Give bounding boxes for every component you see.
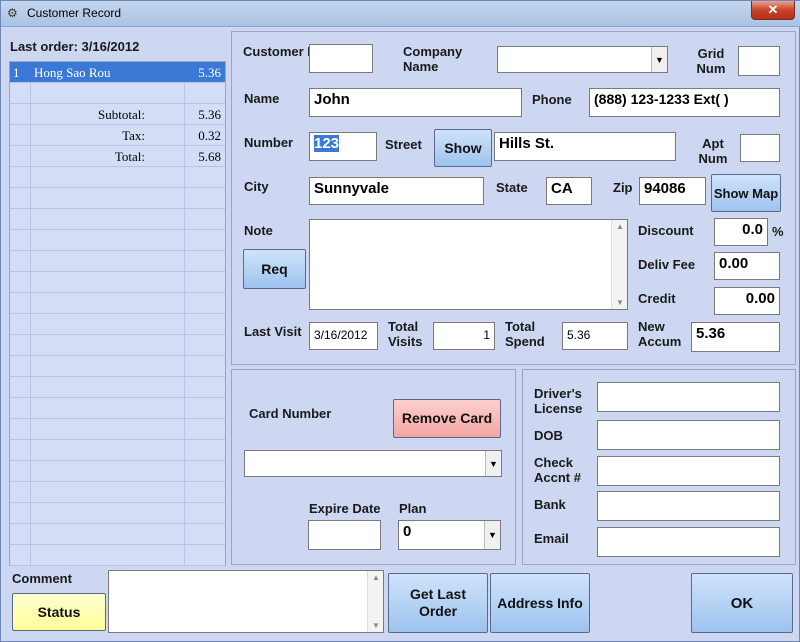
phone-field[interactable]: (888) 123-1233 Ext( )	[589, 88, 780, 117]
last-visit-field[interactable]: 3/16/2012	[309, 322, 378, 350]
show-map-button[interactable]: Show Map	[711, 174, 781, 212]
city-field[interactable]: Sunnyvale	[309, 177, 484, 205]
drivers-license-label: Driver's License	[534, 386, 583, 416]
total-value: 5.68	[198, 149, 221, 164]
deliv-fee-label: Deliv Fee	[638, 257, 696, 272]
get-last-order-button[interactable]: Get Last Order	[388, 573, 488, 633]
street-label: Street	[385, 137, 422, 152]
plan-select[interactable]: 0 ▼	[398, 520, 501, 550]
email-field[interactable]	[597, 527, 780, 557]
drivers-license-field[interactable]	[597, 382, 780, 412]
zip-label: Zip	[613, 180, 633, 195]
app-icon: ⚙	[7, 6, 18, 20]
comment-label: Comment	[12, 571, 72, 586]
number-field[interactable]: 123	[309, 132, 377, 161]
apt-num-field[interactable]	[740, 134, 780, 162]
state-label: State	[496, 180, 528, 195]
grid-num-field[interactable]	[738, 46, 780, 76]
total-visits-field[interactable]: 1	[433, 322, 495, 350]
number-value: 123	[314, 135, 340, 152]
subtotal-value: 5.36	[198, 107, 221, 122]
apt-num-label: Apt Num	[698, 136, 728, 166]
window-title: Customer Record	[27, 6, 122, 20]
title-bar: ⚙ Customer Record ✕	[1, 1, 800, 27]
expire-date-field[interactable]	[308, 520, 381, 550]
number-label: Number	[244, 135, 294, 150]
close-button[interactable]: ✕	[751, 1, 795, 20]
remove-card-button[interactable]: Remove Card	[393, 399, 501, 438]
city-label: City	[244, 179, 269, 194]
note-scrollbar[interactable]: ▲ ▼	[611, 220, 627, 309]
order-item-price: 5.36	[198, 65, 221, 80]
chevron-down-icon[interactable]: ▼	[651, 47, 667, 72]
customer-record-window: ⚙ Customer Record ✕ Last order: 3/16/201…	[0, 0, 800, 642]
total-label: Total:	[114, 149, 145, 164]
dob-label: DOB	[534, 428, 563, 443]
scroll-down-icon[interactable]: ▼	[372, 621, 380, 630]
zip-field[interactable]: 94086	[639, 177, 706, 205]
subtotal-row: Subtotal: 5.36	[10, 104, 225, 125]
credit-field[interactable]: 0.00	[714, 287, 780, 315]
check-accnt-label: Check Accnt #	[534, 455, 581, 485]
last-visit-label: Last Visit	[244, 324, 302, 339]
note-label: Note	[244, 223, 273, 238]
phone-label: Phone	[532, 92, 572, 107]
bank-label: Bank	[534, 497, 566, 512]
order-list[interactable]: 1 Hong Sao Rou 5.36 Subtotal: 5.36 Tax: …	[9, 61, 226, 566]
total-spend-label: Total Spend	[505, 319, 545, 349]
dob-field[interactable]	[597, 420, 780, 450]
total-visits-label: Total Visits	[388, 319, 423, 349]
new-accum-label: New Accum	[638, 319, 682, 349]
company-name-select[interactable]: ▼	[497, 46, 668, 73]
address-info-button[interactable]: Address Info	[490, 573, 590, 633]
deliv-fee-field[interactable]: 0.00	[714, 252, 780, 280]
scroll-up-icon[interactable]: ▲	[372, 573, 380, 582]
expire-date-label: Expire Date	[309, 501, 381, 516]
plan-label: Plan	[399, 501, 427, 516]
email-label: Email	[534, 531, 569, 546]
card-number-select[interactable]: ▼	[244, 450, 502, 477]
check-accnt-field[interactable]	[597, 456, 780, 486]
status-button[interactable]: Status	[12, 593, 106, 631]
ok-button[interactable]: OK	[691, 573, 793, 633]
grid-num-label: Grid Num	[696, 46, 726, 76]
comment-scrollbar[interactable]: ▲ ▼	[367, 571, 383, 632]
bank-field[interactable]	[597, 491, 780, 521]
company-name-label: Company Name	[403, 44, 463, 74]
scroll-up-icon[interactable]: ▲	[616, 222, 624, 231]
street-field[interactable]: Hills St.	[494, 132, 676, 161]
order-item-qty: 1	[13, 65, 20, 80]
comment-textarea[interactable]: ▲ ▼	[108, 570, 384, 633]
show-street-button[interactable]: Show	[434, 129, 492, 167]
total-row: Total: 5.68	[10, 146, 225, 167]
customer-id-field[interactable]	[309, 44, 373, 73]
scroll-down-icon[interactable]: ▼	[616, 298, 624, 307]
total-spend-field[interactable]: 5.36	[562, 322, 628, 350]
name-field[interactable]: John	[309, 88, 522, 117]
tax-row: Tax: 0.32	[10, 125, 225, 146]
tax-label: Tax:	[122, 128, 145, 143]
subtotal-label: Subtotal:	[98, 107, 145, 122]
new-accum-field[interactable]: 5.36	[691, 322, 780, 352]
req-button[interactable]: Req	[243, 249, 306, 289]
discount-label: Discount	[638, 223, 694, 238]
chevron-down-icon[interactable]: ▼	[485, 451, 501, 476]
order-item-row[interactable]: 1 Hong Sao Rou 5.36	[10, 62, 225, 83]
last-order-header: Last order: 3/16/2012	[10, 39, 140, 54]
note-textarea[interactable]: ▲ ▼	[309, 219, 628, 310]
tax-value: 0.32	[198, 128, 221, 143]
discount-field[interactable]: 0.0	[714, 218, 768, 246]
credit-label: Credit	[638, 291, 676, 306]
order-item-name: Hong Sao Rou	[34, 65, 111, 80]
discount-unit: %	[772, 224, 784, 239]
chevron-down-icon[interactable]: ▼	[484, 521, 500, 549]
name-label: Name	[244, 91, 280, 106]
state-field[interactable]: CA	[546, 177, 592, 205]
card-number-label: Card Number	[249, 406, 332, 421]
